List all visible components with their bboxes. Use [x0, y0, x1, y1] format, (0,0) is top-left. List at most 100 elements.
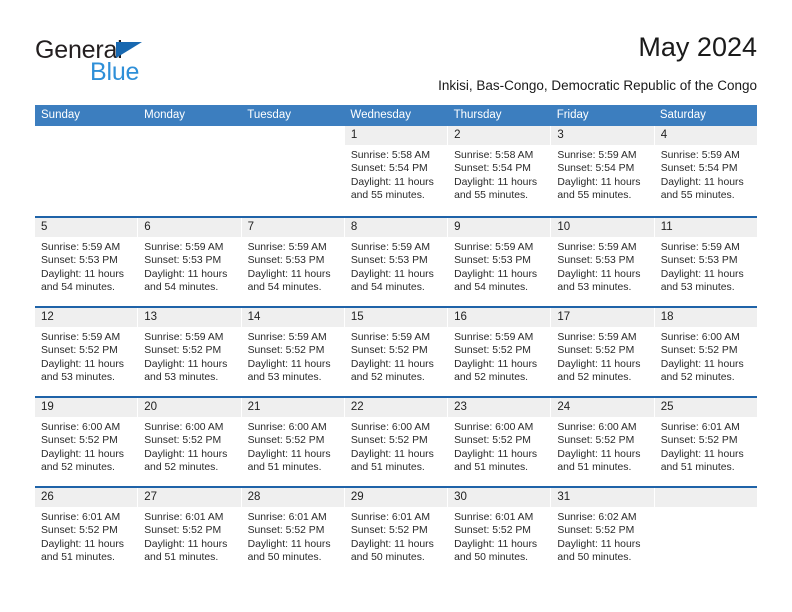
day-number: 26 [35, 488, 138, 507]
day-cell[interactable]: 21 Sunrise: 6:00 AM Sunset: 5:52 PM Dayligh… [241, 398, 345, 486]
day-daylight1-text: Daylight: 11 hours [660, 448, 744, 460]
day-sunrise-text: Sunrise: 6:01 AM [41, 512, 121, 523]
day-sunrise-text: Sunrise: 5:59 AM [144, 242, 224, 253]
day-daylight2-text: and 52 minutes. [557, 372, 632, 384]
day-cell[interactable]: 29 Sunrise: 6:01 AM Sunset: 5:52 PM Dayligh… [344, 488, 449, 576]
day-cell[interactable]: 27 Sunrise: 6:01 AM Sunset: 5:52 PM Dayligh… [138, 488, 242, 576]
day-sun-info: Sunrise: 5:59 AM Sunset: 5:52 PM Daylight:… [345, 327, 447, 385]
day-daylight1-text: Daylight: 11 hours [557, 538, 641, 550]
day-daylight1-text: Daylight: 11 hours [454, 538, 538, 550]
day-sunset-text: Sunset: 5:54 PM [557, 163, 635, 175]
calendar-week-row: 12 Sunrise: 5:59 AM Sunset: 5:52 PM Dayligh… [35, 306, 757, 396]
day-sunrise-text: Sunrise: 5:59 AM [350, 242, 430, 253]
day-cell[interactable]: 2 Sunrise: 5:58 AM Sunset: 5:54 PM Daylight… [448, 126, 552, 216]
day-cell[interactable]: 7 Sunrise: 5:59 AM Sunset: 5:53 PM Daylight… [241, 218, 345, 306]
day-sunset-text: Sunset: 5:54 PM [350, 163, 428, 175]
day-cell[interactable]: 12 Sunrise: 5:59 AM Sunset: 5:52 PM Dayligh… [35, 308, 139, 396]
day-sunset-text: Sunset: 5:52 PM [557, 525, 635, 537]
day-cell[interactable]: 11 Sunrise: 5:59 AM Sunset: 5:53 PM Dayligh… [654, 218, 757, 306]
day-daylight2-text: and 50 minutes. [350, 552, 425, 564]
day-sunset-text: Sunset: 5:52 PM [350, 345, 428, 357]
day-cell[interactable]: 26 Sunrise: 6:01 AM Sunset: 5:52 PM Dayligh… [35, 488, 139, 576]
day-cell[interactable]: 22 Sunrise: 6:00 AM Sunset: 5:52 PM Dayligh… [344, 398, 449, 486]
day-number: 2 [448, 126, 551, 145]
day-cell[interactable]: 6 Sunrise: 5:59 AM Sunset: 5:53 PM Daylight… [138, 218, 242, 306]
day-number: 19 [35, 398, 138, 417]
day-sunrise-text: Sunrise: 5:59 AM [557, 150, 637, 161]
day-daylight2-text: and 55 minutes. [557, 190, 632, 202]
day-daylight2-text: and 54 minutes. [454, 282, 529, 294]
day-sunrise-text: Sunrise: 6:00 AM [660, 332, 740, 343]
day-cell[interactable]: 18 Sunrise: 6:00 AM Sunset: 5:52 PM Dayligh… [654, 308, 757, 396]
weekday-saturday: Saturday [659, 109, 706, 121]
day-sun-info: Sunrise: 5:59 AM Sunset: 5:52 PM Daylight:… [242, 327, 344, 385]
day-cell[interactable]: 19 Sunrise: 6:00 AM Sunset: 5:52 PM Dayligh… [35, 398, 139, 486]
day-cell[interactable]: 31 Sunrise: 6:02 AM Sunset: 5:52 PM Dayligh… [551, 488, 655, 576]
day-sunset-text: Sunset: 5:52 PM [41, 435, 118, 447]
day-daylight2-text: and 52 minutes. [454, 372, 529, 384]
day-cell[interactable]: 23 Sunrise: 6:00 AM Sunset: 5:52 PM Dayligh… [448, 398, 552, 486]
day-daylight1-text: Daylight: 11 hours [247, 268, 331, 280]
day-daylight1-text: Daylight: 11 hours [350, 268, 434, 280]
day-daylight1-text: Daylight: 11 hours [660, 358, 744, 370]
day-sun-info: Sunrise: 5:59 AM Sunset: 5:53 PM Daylight:… [138, 237, 240, 295]
calendar-week-row: 1 Sunrise: 5:58 AM Sunset: 5:54 PM Daylight… [35, 126, 757, 216]
day-sunset-text: Sunset: 5:53 PM [144, 255, 222, 267]
day-daylight2-text: and 53 minutes. [557, 282, 632, 294]
day-sunrise-text: Sunrise: 5:58 AM [350, 150, 430, 161]
day-cell[interactable]: 17 Sunrise: 5:59 AM Sunset: 5:52 PM Dayligh… [551, 308, 655, 396]
day-daylight1-text: Daylight: 11 hours [557, 448, 641, 460]
day-daylight1-text: Daylight: 11 hours [557, 176, 641, 188]
day-number: 1 [344, 126, 448, 145]
day-number: 28 [241, 488, 344, 507]
day-daylight1-text: Daylight: 11 hours [350, 176, 434, 188]
day-sunset-text: Sunset: 5:52 PM [454, 345, 531, 357]
day-sunrise-text: Sunrise: 5:59 AM [247, 242, 327, 253]
day-sunrise-text: Sunrise: 5:59 AM [144, 332, 224, 343]
day-cell[interactable]: 25 Sunrise: 6:01 AM Sunset: 5:52 PM Dayligh… [654, 398, 757, 486]
day-cell[interactable]: 15 Sunrise: 5:59 AM Sunset: 5:52 PM Dayligh… [344, 308, 449, 396]
day-daylight2-text: and 54 minutes. [247, 282, 322, 294]
day-sun-info: Sunrise: 6:01 AM Sunset: 5:52 PM Daylight:… [35, 507, 137, 565]
day-cell[interactable]: 1 Sunrise: 5:58 AM Sunset: 5:54 PM Daylight… [344, 126, 449, 216]
day-cell[interactable]: 10 Sunrise: 5:59 AM Sunset: 5:53 PM Dayligh… [551, 218, 655, 306]
day-sun-info: Sunrise: 5:59 AM Sunset: 5:54 PM Daylight:… [655, 145, 757, 203]
day-cell[interactable]: 28 Sunrise: 6:01 AM Sunset: 5:52 PM Dayligh… [241, 488, 345, 576]
day-daylight2-text: and 52 minutes. [660, 372, 735, 384]
day-daylight1-text: Daylight: 11 hours [454, 268, 538, 280]
page-title: May 2024 [638, 32, 757, 62]
day-sunset-text: Sunset: 5:52 PM [350, 525, 428, 537]
day-cell[interactable]: 9 Sunrise: 5:59 AM Sunset: 5:53 PM Daylight… [448, 218, 552, 306]
day-sun-info: Sunrise: 6:01 AM Sunset: 5:52 PM Daylight:… [448, 507, 550, 565]
day-number: 24 [551, 398, 654, 417]
day-cell[interactable]: 8 Sunrise: 5:59 AM Sunset: 5:53 PM Daylight… [344, 218, 449, 306]
day-daylight2-text: and 51 minutes. [557, 462, 632, 474]
day-cell[interactable]: 3 Sunrise: 5:59 AM Sunset: 5:54 PM Daylight… [551, 126, 655, 216]
day-sunrise-text: Sunrise: 6:00 AM [247, 422, 327, 433]
day-sun-info: Sunrise: 6:00 AM Sunset: 5:52 PM Daylight:… [138, 417, 240, 475]
day-cell[interactable]: 20 Sunrise: 6:00 AM Sunset: 5:52 PM Dayligh… [138, 398, 242, 486]
day-number: 8 [344, 218, 448, 237]
weekday-friday: Friday [556, 109, 589, 121]
day-cell[interactable]: 5 Sunrise: 5:59 AM Sunset: 5:53 PM Daylight… [35, 218, 139, 306]
day-cell-empty [35, 126, 139, 216]
day-cell[interactable]: 13 Sunrise: 5:59 AM Sunset: 5:52 PM Dayligh… [138, 308, 242, 396]
day-cell[interactable]: 24 Sunrise: 6:00 AM Sunset: 5:52 PM Dayligh… [551, 398, 655, 486]
day-number: 31 [551, 488, 654, 507]
day-sun-info: Sunrise: 5:59 AM Sunset: 5:52 PM Daylight:… [551, 327, 653, 385]
day-cell[interactable]: 16 Sunrise: 5:59 AM Sunset: 5:52 PM Dayligh… [448, 308, 552, 396]
day-daylight1-text: Daylight: 11 hours [144, 268, 228, 280]
day-cell[interactable]: 4 Sunrise: 5:59 AM Sunset: 5:54 PM Daylight… [654, 126, 757, 216]
day-number: 5 [35, 218, 138, 237]
day-cell[interactable]: 30 Sunrise: 6:01 AM Sunset: 5:52 PM Dayligh… [448, 488, 552, 576]
day-sun-info: Sunrise: 6:00 AM Sunset: 5:52 PM Daylight:… [35, 417, 137, 475]
day-sunset-text: Sunset: 5:52 PM [247, 435, 325, 447]
day-number [138, 126, 240, 145]
calendar-grid: Sunday Monday Tuesday Wednesday Thursday… [35, 105, 757, 576]
day-sun-info: Sunrise: 6:01 AM Sunset: 5:52 PM Daylight:… [242, 507, 344, 565]
day-sunrise-text: Sunrise: 5:59 AM [350, 332, 430, 343]
day-cell[interactable]: 14 Sunrise: 5:59 AM Sunset: 5:52 PM Dayligh… [241, 308, 345, 396]
day-number: 30 [448, 488, 551, 507]
day-sunrise-text: Sunrise: 6:00 AM [41, 422, 121, 433]
day-daylight1-text: Daylight: 11 hours [660, 268, 744, 280]
